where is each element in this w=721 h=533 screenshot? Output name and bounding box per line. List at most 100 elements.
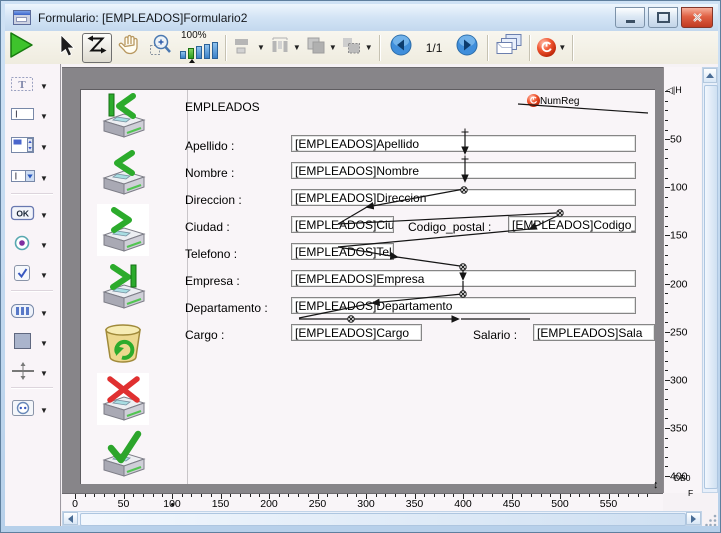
scroll-up-button[interactable] [703,68,717,83]
zoom-bars-icon[interactable] [180,42,218,59]
field-label-codigo_postal[interactable]: Codigo_postal : [408,220,491,234]
ruler-tick [288,494,289,497]
chevron-down-icon[interactable]: ▼ [40,174,48,183]
scroll-right-button[interactable] [686,512,701,525]
zoom-level-control[interactable]: 100% [180,31,218,63]
field-label-salario[interactable]: Salario : [473,328,517,342]
chevron-down-icon[interactable]: ▼ [293,43,301,52]
run-button[interactable] [6,33,36,63]
data-source-button[interactable]: ▼ [536,33,567,63]
zoom-button[interactable] [146,33,176,63]
chevron-down-icon[interactable]: ▼ [40,369,48,378]
vertical-scrollbar[interactable] [702,67,718,493]
select-button[interactable] [50,33,80,63]
palette-item-list-box[interactable]: ▼ [10,136,56,158]
ruler-tick [665,158,668,159]
field-input-cargo[interactable]: [EMPLEADOS]Cargo [291,324,422,341]
chevron-down-icon[interactable]: ▼ [40,82,48,91]
field-label-cargo[interactable]: Cargo : [185,328,224,342]
ruler-tick [240,494,241,497]
reset-record-icon [97,356,149,373]
validate-record-button[interactable] [97,429,149,481]
field-label-apellido[interactable]: Apellido : [185,139,234,153]
first-record-button[interactable] [97,90,149,142]
field-input-codigo_postal[interactable]: [EMPLEADOS]Codigo_ [508,216,636,233]
palette-item-radio-button[interactable]: ▼ [10,234,56,256]
reset-record-button[interactable] [97,317,149,369]
scroll-left-button[interactable] [63,512,78,525]
palette-item-combo-box[interactable]: I▼ [10,167,56,189]
chevron-down-icon[interactable]: ▼ [40,241,48,250]
palette-item-other-control[interactable]: ▼ [10,399,56,421]
next-record-button[interactable] [97,204,149,256]
align-controls-button[interactable]: ▼ [232,33,266,63]
chevron-down-icon[interactable]: ▼ [40,271,48,280]
chevron-down-icon[interactable]: ▼ [40,211,48,220]
field-input-telefono[interactable]: [EMPLEADOS]Tel [291,243,394,260]
data-source-icon [537,38,556,57]
ruler-f-marker: F [688,488,693,498]
field-input-empresa[interactable]: [EMPLEADOS]Empresa [291,270,636,287]
palette-item-edit-control[interactable]: I▼ [10,105,56,127]
order-controls-button[interactable]: ▼ [304,33,338,63]
pages-button[interactable] [494,33,524,63]
palette-item-check-box[interactable]: ▼ [10,264,56,286]
ruler-label: 500 [551,498,569,510]
restore-button[interactable] [648,7,678,28]
control-palette: T▼I▼▼I▼OK▼▼▼▼▼▼▼ [5,64,61,526]
chevron-down-icon[interactable]: ▼ [365,43,373,52]
form-surface[interactable]: EMPLEADOS NumReg Apellido : [EMPLEADOS]Ap… [80,89,655,484]
size-controls-button[interactable]: ▼ [340,33,374,63]
chevron-down-icon[interactable]: ▼ [558,43,566,52]
chevron-down-icon[interactable]: ▼ [329,43,337,52]
close-button[interactable] [681,7,713,28]
minimize-button[interactable] [615,7,645,28]
field-input-apellido[interactable]: [EMPLEADOS]Apellido [291,135,636,152]
field-input-direccion[interactable]: [EMPLEADOS]Direccion [291,189,636,206]
distribute-controls-button[interactable]: ▼ [268,33,302,63]
chevron-down-icon[interactable]: ▼ [40,112,48,121]
svg-text:I: I [15,109,18,120]
chevron-down-icon[interactable]: ▼ [40,143,48,152]
field-input-departamento[interactable]: [EMPLEADOS]Departamento [291,297,636,314]
horizontal-scrollbar[interactable] [62,511,702,526]
vertical-scroll-thumb[interactable] [704,85,718,489]
field-label-departamento[interactable]: Departamento : [185,301,268,315]
ruler-tick [182,494,183,497]
chevron-down-icon[interactable]: ▼ [40,309,48,318]
field-input-nombre[interactable]: [EMPLEADOS]Nombre [291,162,636,179]
field-label-ciudad[interactable]: Ciudad : [185,220,230,234]
horizontal-scroll-thumb[interactable] [80,513,686,526]
numreg-icon[interactable] [527,94,540,107]
numreg-label[interactable]: NumReg [540,96,579,107]
field-input-salario[interactable]: [EMPLEADOS]Sala [533,324,655,341]
palette-item-rectangle[interactable]: ▼ [10,332,56,354]
previous-record-button[interactable] [97,147,149,199]
palette-item-splitter[interactable]: ▼ [10,362,56,384]
previous-page-button[interactable] [386,33,416,63]
palette-item-button-group[interactable]: ▼ [10,302,56,324]
field-input-ciudad[interactable]: [EMPLEADOS]Ciu [291,216,394,233]
ruler-label: 200 [260,498,278,510]
chevron-down-icon[interactable]: ▼ [257,43,265,52]
field-label-telefono[interactable]: Telefono : [185,247,237,261]
chevron-down-icon[interactable]: ▼ [40,339,48,348]
design-canvas: EMPLEADOS NumReg Apellido : [EMPLEADOS]Ap… [60,64,718,526]
field-label-empresa[interactable]: Empresa : [185,274,240,288]
delete-record-button[interactable] [97,373,149,425]
field-label-nombre[interactable]: Nombre : [185,166,234,180]
resize-grip-icon[interactable] [705,513,718,526]
tab-order-button[interactable] [82,33,112,63]
last-record-button[interactable] [97,261,149,313]
pan-button[interactable] [114,33,144,63]
palette-item-button-control[interactable]: OK▼ [10,204,56,226]
titlebar: Formulario: [EMPLEADOS]Formulario2 [5,4,718,31]
ruler-tick [665,120,668,121]
field-label-direccion[interactable]: Direccion : [185,193,242,207]
chevron-down-icon[interactable]: ▼ [40,406,48,415]
palette-item-static-text[interactable]: T▼ [10,75,56,97]
form-title[interactable]: EMPLEADOS [185,100,260,114]
delete-record-icon [97,412,149,429]
next-page-button[interactable] [452,33,482,63]
distribute-controls-icon [269,36,291,59]
